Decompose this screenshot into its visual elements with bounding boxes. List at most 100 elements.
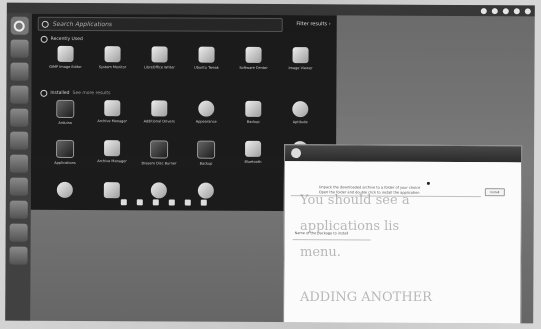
app-tile[interactable]: Archive Manager: [90, 140, 134, 163]
writer-icon: [151, 46, 168, 63]
archive2-icon: [104, 140, 121, 157]
instruction-text: Unpack the downloaded archive to a folde…: [318, 185, 421, 190]
app-label: Backup: [199, 161, 213, 166]
backup2-icon: [197, 140, 216, 159]
messaging-icon[interactable]: [491, 7, 498, 14]
launcher-item-workspaces[interactable]: [9, 223, 28, 242]
filter-results-toggle[interactable]: Filter results ›: [296, 21, 330, 27]
launcher: [5, 13, 32, 321]
apps-category-icon: [40, 89, 48, 97]
ubuntu-logo-icon: [291, 148, 302, 159]
install-button[interactable]: Install: [484, 188, 505, 197]
app-tile[interactable]: [43, 181, 87, 198]
app-tile[interactable]: Backup: [184, 140, 228, 166]
launcher-item-software[interactable]: [9, 154, 28, 173]
dash-home-button[interactable]: [10, 16, 29, 35]
field-underline: [292, 239, 371, 241]
app-label: Brasero Disc Burner: [141, 161, 177, 166]
launcher-item-terminal[interactable]: [9, 200, 28, 219]
app-tile[interactable]: Aptitude: [278, 101, 322, 124]
app-tile[interactable]: Archive Manager: [90, 100, 134, 123]
app-tile[interactable]: Bluetooth: [231, 140, 275, 164]
clock-app-icon: [56, 181, 73, 198]
app-tile[interactable]: Arduino: [43, 99, 87, 125]
recent-section-header[interactable]: Recently Used: [40, 35, 83, 43]
clock-icon: [40, 35, 48, 43]
desktop-screen: Filter results › Recently Used GIMP Imag…: [5, 2, 535, 324]
ubuntu-logo-icon: [13, 20, 25, 32]
backup-icon: [245, 100, 262, 117]
launcher-item-settings[interactable]: [9, 177, 28, 196]
indicator-area: [480, 6, 531, 15]
app-label: Ubuntu Tweak: [194, 65, 219, 70]
app-label: Additional Drivers: [143, 119, 175, 124]
archive-icon: [104, 100, 121, 117]
app-label: Arduino: [58, 120, 72, 125]
launcher-item-writer[interactable]: [9, 85, 28, 104]
bleed-through-text: You should see a: [300, 193, 410, 208]
home-lens-icon[interactable]: [120, 199, 127, 206]
app-label: Applications: [54, 160, 76, 165]
arduino-icon: [56, 99, 75, 118]
app-label: LibreOffice Writer: [144, 65, 175, 70]
app-tile[interactable]: Appearance: [184, 100, 228, 124]
bleed-through-text: menu.: [300, 245, 341, 260]
session-icon[interactable]: [524, 7, 531, 14]
app-tile[interactable]: Image Viewer: [278, 47, 322, 70]
app-label: Image Viewer: [288, 66, 313, 71]
bleed-through-text: applications lis: [300, 219, 400, 234]
bleed-through-text: ADDING ANOTHER: [300, 290, 432, 305]
installed-section-header[interactable]: Installed See more results: [40, 89, 111, 97]
cursor-marker: [426, 181, 430, 185]
monitor-icon: [104, 46, 121, 63]
launcher-item-impress[interactable]: [9, 131, 28, 150]
app-label: Appearance: [195, 119, 217, 124]
app-tile[interactable]: GIMP Image Editor: [43, 45, 87, 70]
music-lens-icon[interactable]: [168, 199, 175, 206]
app-tile[interactable]: Backup: [231, 100, 275, 124]
volume-icon[interactable]: [502, 7, 509, 14]
network-icon[interactable]: [480, 7, 487, 14]
app-tile[interactable]: LibreOffice Writer: [137, 46, 181, 70]
video-lens-icon[interactable]: [184, 199, 191, 206]
launcher-item-calc[interactable]: [9, 108, 28, 127]
app-label: Bluetooth: [244, 159, 262, 164]
clock-icon[interactable]: [513, 7, 520, 14]
installed-header-label: Installed: [50, 90, 70, 96]
lock-icon: [103, 182, 120, 199]
launcher-item-trash[interactable]: [8, 246, 28, 265]
tweak-icon: [198, 46, 215, 63]
brasero-icon: [150, 140, 169, 159]
app-tile[interactable]: Software Center: [231, 46, 275, 70]
apps-icon: [56, 139, 75, 158]
search-input[interactable]: [52, 20, 253, 29]
see-more-results-link[interactable]: See more results: [73, 91, 111, 96]
app-label: Archive Manager: [97, 159, 127, 164]
appearance-icon: [198, 100, 215, 117]
launcher-item-files[interactable]: [10, 39, 29, 58]
bluetooth-icon: [245, 140, 262, 157]
software-icon: [245, 46, 262, 63]
app-tile[interactable]: Additional Drivers: [137, 100, 181, 124]
recent-header-label: Recently Used: [50, 36, 83, 43]
gimp-icon: [57, 45, 74, 62]
app-tile[interactable]: Brasero Disc Burner: [137, 140, 181, 166]
app-label: Archive Manager: [97, 119, 128, 124]
files-lens-icon[interactable]: [152, 199, 159, 206]
window-titlebar[interactable]: [285, 145, 522, 163]
drivers-icon: [151, 100, 168, 117]
app-tile[interactable]: System Monitor: [90, 46, 134, 69]
filter-results-label: Filter results: [296, 21, 328, 28]
app-label: Software Center: [239, 65, 268, 70]
app-label: Aptitude: [292, 120, 308, 125]
launcher-item-browser[interactable]: [9, 62, 29, 81]
app-tile[interactable]: Ubuntu Tweak: [184, 46, 228, 70]
dash-search-bar[interactable]: [37, 16, 283, 33]
applications-lens-icon[interactable]: [136, 199, 143, 206]
app-tile[interactable]: Applications: [43, 139, 87, 165]
image-viewer-icon: [292, 47, 309, 64]
app-label: System Monitor: [98, 65, 127, 70]
app-label: GIMP Image Editor: [49, 64, 82, 70]
photo-lens-icon[interactable]: [200, 199, 207, 206]
aptitude-icon: [292, 101, 309, 118]
